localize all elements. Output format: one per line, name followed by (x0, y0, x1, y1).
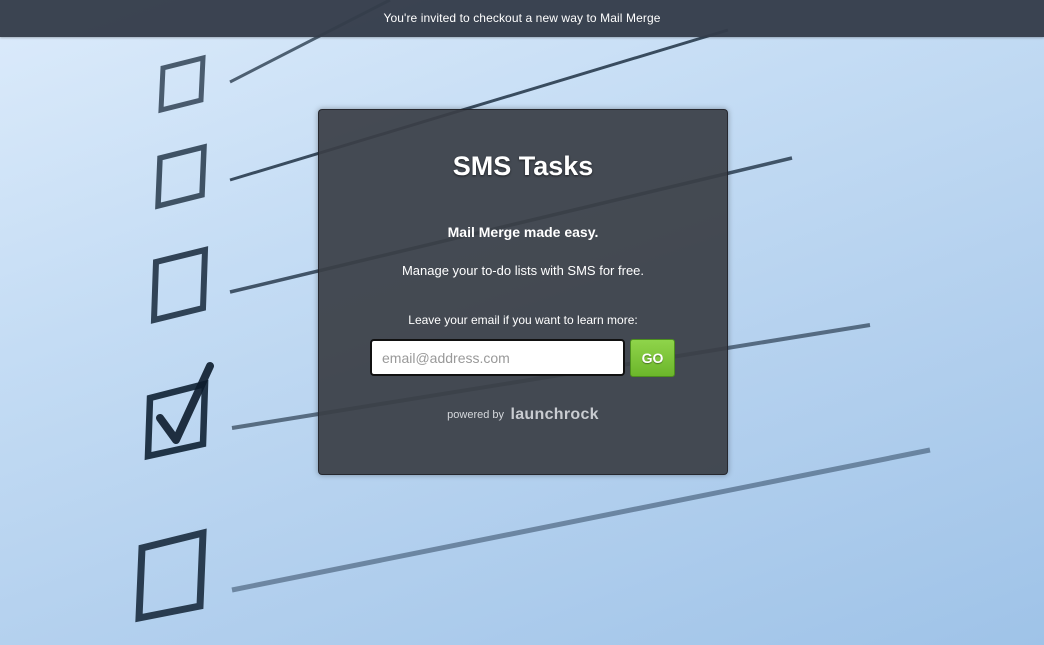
email-prompt: Leave your email if you want to learn mo… (408, 313, 638, 327)
page-title: SMS Tasks (452, 151, 594, 181)
signup-card: SMS Tasks Mail Merge made easy. Manage y… (318, 109, 728, 475)
invite-banner: You're invited to checkout a new way to … (0, 0, 1044, 37)
email-field[interactable] (370, 339, 625, 376)
powered-by-label: powered by (447, 409, 505, 421)
powered-by[interactable]: powered by launchrock (319, 406, 727, 424)
go-button[interactable]: GO (630, 339, 675, 377)
tagline: Mail Merge made easy. (447, 224, 599, 240)
launchrock-logo[interactable]: launchrock (510, 406, 598, 423)
invite-banner-text: You're invited to checkout a new way to … (383, 11, 661, 25)
description: Manage your to-do lists with SMS for fre… (401, 263, 645, 278)
